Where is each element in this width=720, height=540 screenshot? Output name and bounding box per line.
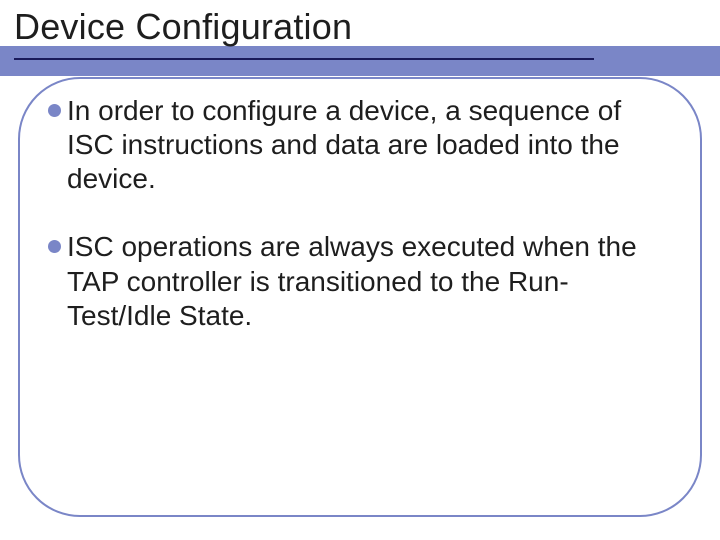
- slide-title: Device Configuration: [14, 6, 352, 48]
- bullet-icon: [48, 104, 61, 117]
- list-item: In order to configure a device, a sequen…: [48, 94, 668, 196]
- title-accent-band: [0, 46, 720, 76]
- list-item: ISC operations are always executed when …: [48, 230, 668, 332]
- bullet-text: In order to configure a device, a sequen…: [67, 94, 668, 196]
- body-content: In order to configure a device, a sequen…: [48, 94, 668, 367]
- bullet-text: ISC operations are always executed when …: [67, 230, 668, 332]
- bullet-icon: [48, 240, 61, 253]
- title-underline: [14, 58, 594, 60]
